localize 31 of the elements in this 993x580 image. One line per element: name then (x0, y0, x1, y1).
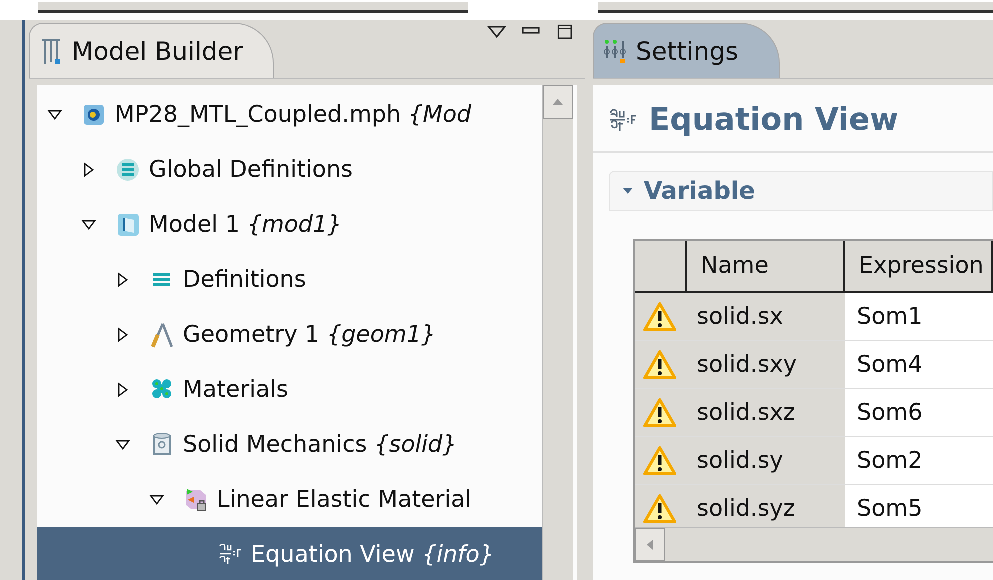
vertical-scrollbar[interactable] (542, 85, 573, 580)
table-cell: Som1 (845, 293, 993, 340)
horizontal-scrollbar[interactable] (635, 527, 993, 561)
maximize-icon[interactable] (555, 24, 575, 40)
model-builder-tab[interactable]: Model Builder (29, 23, 274, 78)
column-header[interactable]: Expression (845, 241, 993, 291)
table-cell: Som5 (845, 485, 993, 527)
table-cell: solid.sxy (687, 341, 845, 388)
table-cell: solid.sxz (687, 389, 845, 436)
compass-icon (149, 320, 175, 348)
settings-tab[interactable]: Settings (593, 23, 780, 78)
tree-item[interactable]: Equation View {info} (37, 527, 542, 580)
tree-item[interactable]: Solid Mechanics {solid} (37, 417, 542, 472)
table-cell: Som2 (845, 437, 993, 484)
table-cell: solid.syz (687, 485, 845, 527)
tree-item[interactable]: Materials (37, 362, 542, 417)
tree-item[interactable]: Definitions (37, 252, 542, 307)
section-header[interactable]: Variable (609, 171, 993, 211)
tree-item[interactable]: Global Definitions (37, 142, 542, 197)
table-cell: solid.sy (687, 437, 845, 484)
table-cell: Som4 (845, 341, 993, 388)
table-cell: Som6 (845, 389, 993, 436)
column-header[interactable]: Name (687, 241, 845, 291)
tree-item[interactable]: Linear Elastic Material (37, 472, 542, 527)
table-cell: solid.sx (687, 293, 845, 340)
tree-item[interactable]: Model 1 {mod1} (37, 197, 542, 252)
tree-item[interactable]: MP28_MTL_Coupled.mph {Mod (37, 87, 542, 142)
sliders-icon (602, 37, 628, 65)
settings-title: Equation View (649, 102, 899, 138)
tree-item[interactable]: Geometry 1 {geom1} (37, 307, 542, 362)
view-menu-icon[interactable] (487, 24, 507, 40)
